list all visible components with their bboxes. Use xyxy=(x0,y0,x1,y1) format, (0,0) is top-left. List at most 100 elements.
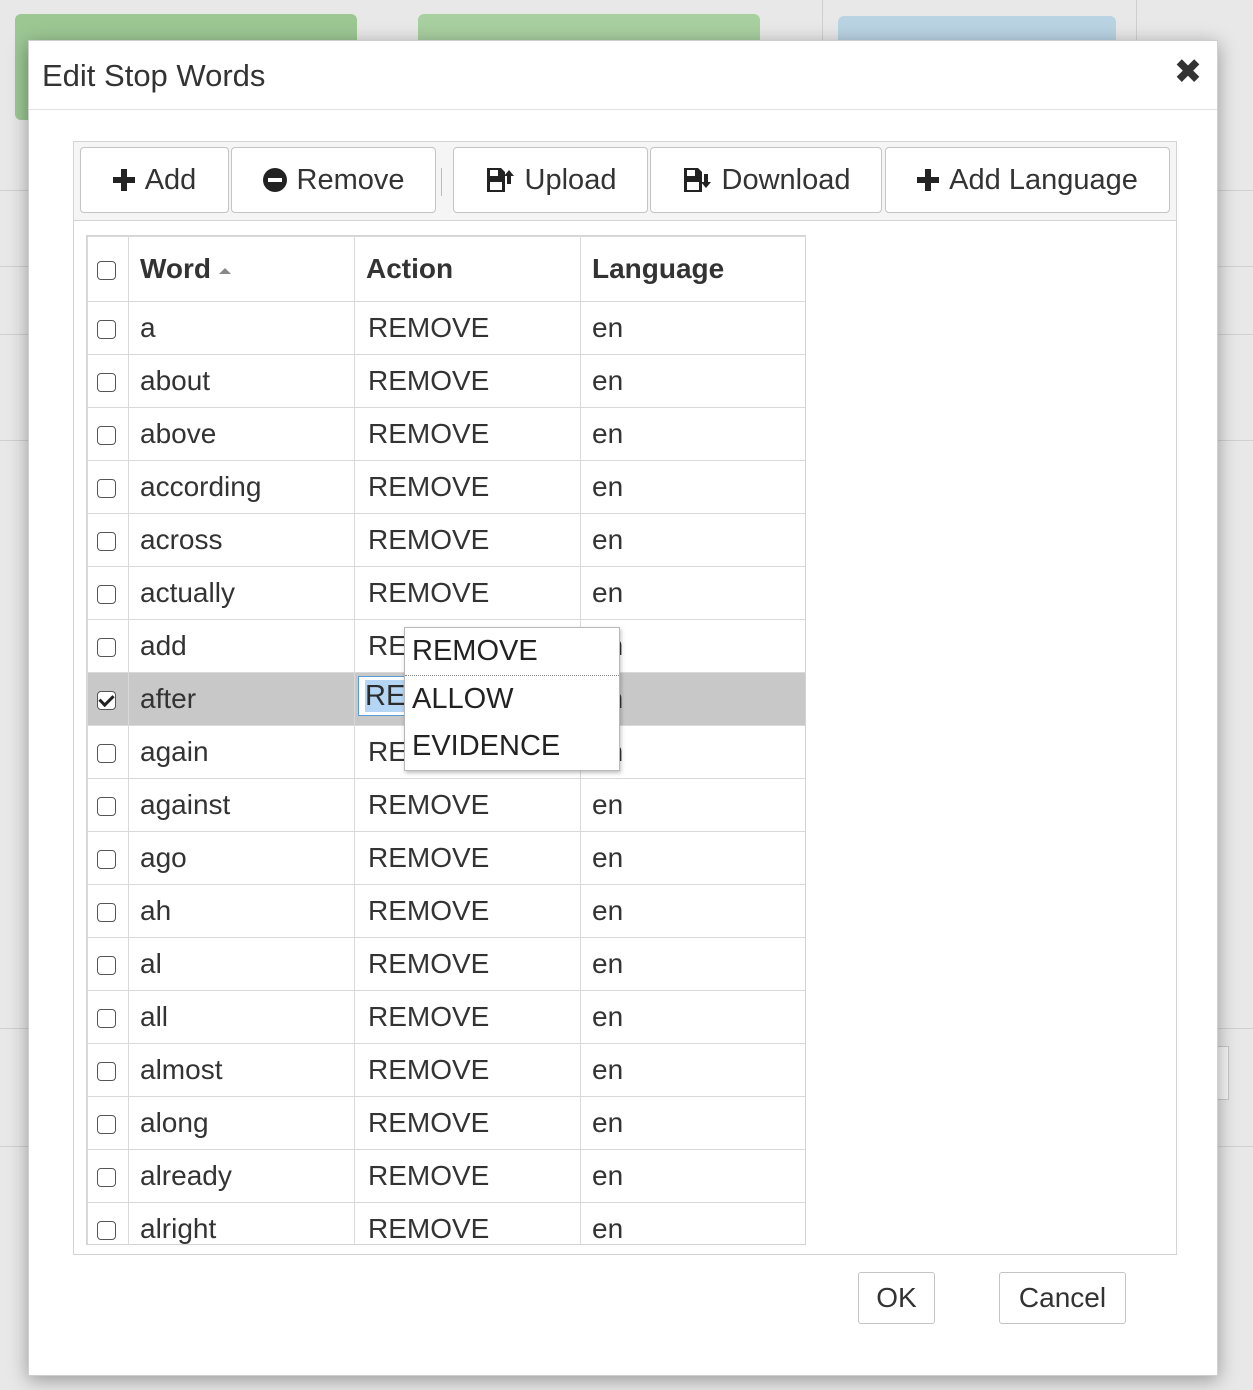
table-row[interactable]: all REMOVE en xyxy=(87,990,805,1044)
action-cell[interactable]: REMOVE xyxy=(354,990,581,1044)
row-checkbox[interactable] xyxy=(97,956,116,976)
action-cell[interactable]: REMOVE xyxy=(354,460,581,514)
action-value: REMOVE xyxy=(368,1160,490,1191)
action-cell[interactable]: REMOVE xyxy=(354,513,581,567)
action-cell[interactable]: REMOVE xyxy=(354,407,581,461)
download-button[interactable]: Download xyxy=(650,147,882,213)
word-cell[interactable]: according xyxy=(128,460,355,514)
language-cell[interactable]: en xyxy=(580,1043,805,1097)
word-cell[interactable]: al xyxy=(128,937,355,991)
action-cell[interactable]: REMOVE xyxy=(354,354,581,408)
action-cell[interactable]: REMOVE xyxy=(354,1096,581,1150)
table-row[interactable]: ago REMOVE en xyxy=(87,831,805,885)
cancel-button[interactable]: Cancel xyxy=(999,1272,1126,1324)
ok-button[interactable]: OK xyxy=(858,1272,935,1324)
table-row[interactable]: already REMOVE en xyxy=(87,1149,805,1203)
language-cell[interactable]: en xyxy=(580,1096,805,1150)
language-cell[interactable]: en xyxy=(580,831,805,885)
column-header-word[interactable]: Word xyxy=(128,236,355,302)
table-row[interactable]: above REMOVE en xyxy=(87,407,805,461)
action-cell[interactable]: REMOVE xyxy=(354,566,581,620)
row-checkbox[interactable] xyxy=(97,373,116,393)
row-checkbox[interactable] xyxy=(97,532,116,552)
row-checkbox[interactable] xyxy=(97,638,116,658)
remove-button[interactable]: Remove xyxy=(231,147,436,213)
word-value: all xyxy=(140,1001,169,1032)
column-header-language[interactable]: Language xyxy=(580,236,805,302)
add-language-button[interactable]: Add Language xyxy=(885,147,1170,213)
language-cell[interactable]: en xyxy=(580,1202,805,1244)
word-cell[interactable]: along xyxy=(128,1096,355,1150)
row-checkbox[interactable] xyxy=(97,691,116,711)
row-checkbox[interactable] xyxy=(97,1221,116,1241)
language-cell[interactable]: en xyxy=(580,778,805,832)
action-option-remove[interactable]: REMOVE xyxy=(405,628,619,676)
word-cell[interactable]: again xyxy=(128,725,355,779)
word-value: about xyxy=(140,365,211,396)
row-checkbox[interactable] xyxy=(97,1062,116,1082)
row-checkbox[interactable] xyxy=(97,1009,116,1029)
row-checkbox[interactable] xyxy=(97,903,116,923)
language-cell[interactable]: en xyxy=(580,407,805,461)
word-cell[interactable]: above xyxy=(128,407,355,461)
select-all-checkbox[interactable] xyxy=(97,261,116,281)
word-cell[interactable]: almost xyxy=(128,1043,355,1097)
upload-button[interactable]: Upload xyxy=(453,147,648,213)
word-cell[interactable]: all xyxy=(128,990,355,1044)
language-cell[interactable]: en xyxy=(580,937,805,991)
close-button[interactable]: ✖ xyxy=(1169,53,1207,91)
row-checkbox[interactable] xyxy=(97,797,116,817)
language-cell[interactable]: en xyxy=(580,1149,805,1203)
row-checkbox[interactable] xyxy=(97,850,116,870)
word-cell[interactable]: about xyxy=(128,354,355,408)
action-cell[interactable]: REMOVE xyxy=(354,831,581,885)
row-checkbox[interactable] xyxy=(97,744,116,764)
word-cell[interactable]: add xyxy=(128,619,355,673)
action-option-evidence[interactable]: EVIDENCE xyxy=(405,723,619,770)
add-button[interactable]: Add xyxy=(80,147,229,213)
action-option-allow[interactable]: ALLOW xyxy=(405,676,619,723)
table-row[interactable]: almost REMOVE en xyxy=(87,1043,805,1097)
language-cell[interactable]: en xyxy=(580,884,805,938)
action-cell[interactable]: REMOVE xyxy=(354,1202,581,1244)
language-cell[interactable]: en xyxy=(580,566,805,620)
language-value: en xyxy=(592,895,624,926)
word-cell[interactable]: a xyxy=(128,301,355,355)
table-row[interactable]: according REMOVE en xyxy=(87,460,805,514)
word-cell[interactable]: ago xyxy=(128,831,355,885)
word-cell[interactable]: across xyxy=(128,513,355,567)
action-cell[interactable]: REMOVE xyxy=(354,884,581,938)
language-cell[interactable]: en xyxy=(580,990,805,1044)
table-row[interactable]: against REMOVE en xyxy=(87,778,805,832)
table-row[interactable]: alright REMOVE en xyxy=(87,1202,805,1244)
table-row[interactable]: a REMOVE en xyxy=(87,301,805,355)
row-checkbox[interactable] xyxy=(97,426,116,446)
action-cell[interactable]: REMOVE xyxy=(354,1149,581,1203)
language-cell[interactable]: en xyxy=(580,460,805,514)
row-checkbox[interactable] xyxy=(97,320,116,340)
word-cell[interactable]: actually xyxy=(128,566,355,620)
table-row[interactable]: along REMOVE en xyxy=(87,1096,805,1150)
action-cell[interactable]: REMOVE xyxy=(354,778,581,832)
action-cell[interactable]: REMOVE xyxy=(354,1043,581,1097)
word-cell[interactable]: alright xyxy=(128,1202,355,1244)
row-checkbox[interactable] xyxy=(97,1168,116,1188)
table-row[interactable]: across REMOVE en xyxy=(87,513,805,567)
column-header-action[interactable]: Action xyxy=(354,236,581,302)
word-cell[interactable]: against xyxy=(128,778,355,832)
table-row[interactable]: actually REMOVE en xyxy=(87,566,805,620)
table-row[interactable]: about REMOVE en xyxy=(87,354,805,408)
word-cell[interactable]: already xyxy=(128,1149,355,1203)
action-cell[interactable]: REMOVE xyxy=(354,301,581,355)
word-cell[interactable]: ah xyxy=(128,884,355,938)
row-checkbox[interactable] xyxy=(97,479,116,499)
action-cell[interactable]: REMOVE xyxy=(354,937,581,991)
table-row[interactable]: al REMOVE en xyxy=(87,937,805,991)
language-cell[interactable]: en xyxy=(580,354,805,408)
table-row[interactable]: ah REMOVE en xyxy=(87,884,805,938)
language-cell[interactable]: en xyxy=(580,513,805,567)
language-cell[interactable]: en xyxy=(580,301,805,355)
row-checkbox[interactable] xyxy=(97,585,116,605)
word-cell[interactable]: after xyxy=(128,672,355,726)
row-checkbox[interactable] xyxy=(97,1115,116,1135)
